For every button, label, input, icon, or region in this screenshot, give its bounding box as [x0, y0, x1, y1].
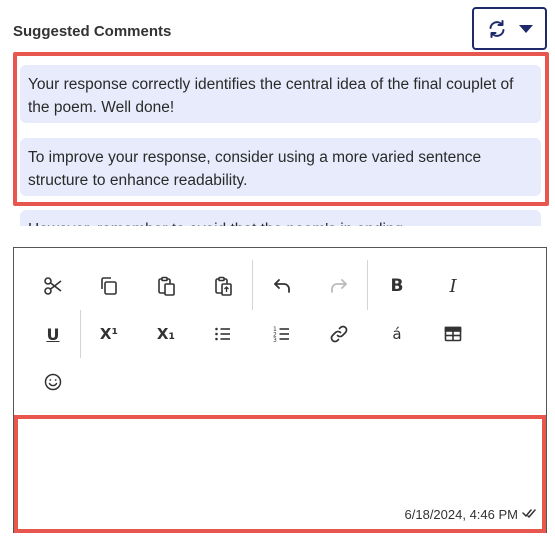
bold-icon[interactable]: B — [379, 268, 415, 304]
superscript-icon[interactable]: X¹ — [91, 316, 127, 352]
toolbar-divider — [367, 260, 368, 310]
svg-text:3: 3 — [273, 337, 277, 344]
paste-special-icon[interactable] — [205, 268, 241, 304]
refresh-icon — [487, 19, 507, 39]
numbered-list-icon[interactable]: 1 2 3 — [264, 316, 300, 352]
scissors-icon[interactable] — [35, 268, 71, 304]
paste-icon[interactable] — [148, 268, 184, 304]
suggested-comment[interactable]: To improve your response, consider using… — [20, 138, 541, 196]
save-timestamp: 6/18/2024, 4:46 PM — [405, 507, 536, 522]
suggested-comments-list[interactable]: Your response correctly identifies the c… — [13, 52, 549, 226]
special-character-icon[interactable]: á — [379, 316, 415, 352]
rich-text-editor: B I U X¹ X₁ 1 2 3 á 6/18/2024, 4:46 PM — [13, 247, 547, 533]
toolbar-divider — [252, 260, 253, 310]
italic-icon[interactable]: I — [435, 268, 471, 304]
editor-toolbar: B I U X¹ X₁ 1 2 3 á — [14, 248, 546, 416]
toolbar-divider — [80, 310, 81, 358]
link-icon[interactable] — [321, 316, 357, 352]
subscript-icon[interactable]: X₁ — [148, 316, 184, 352]
double-check-icon — [522, 507, 536, 522]
emoji-icon[interactable] — [35, 364, 71, 400]
undo-icon[interactable] — [264, 268, 300, 304]
copy-icon[interactable] — [91, 268, 127, 304]
caret-down-icon — [518, 24, 533, 34]
table-icon[interactable] — [435, 316, 471, 352]
suggested-comment[interactable]: However, remember to avoid that the poem… — [20, 210, 541, 226]
timestamp-text: 6/18/2024, 4:46 PM — [404, 507, 518, 522]
refresh-dropdown-button[interactable] — [472, 7, 547, 50]
underline-icon[interactable]: U — [35, 316, 71, 352]
bulleted-list-icon[interactable] — [205, 316, 241, 352]
redo-icon[interactable] — [321, 268, 357, 304]
section-title: Suggested Comments — [13, 23, 172, 40]
suggested-comment[interactable]: Your response correctly identifies the c… — [20, 65, 541, 123]
